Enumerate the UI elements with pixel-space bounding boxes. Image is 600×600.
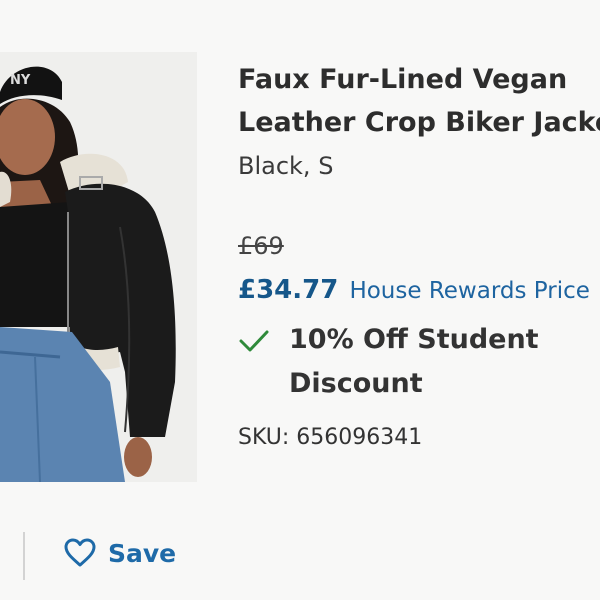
sale-price: £34.77 — [238, 275, 339, 305]
product-variant: Black, S — [238, 152, 334, 180]
sale-price-label: House Rewards Price — [349, 278, 590, 304]
product-card: NY Faux Fur-Lined Vegan Leather Crop Bik… — [0, 0, 600, 600]
save-label: Save — [108, 538, 177, 568]
product-title: Faux Fur-Lined Vegan Leather Crop Biker … — [238, 58, 600, 144]
product-title-line-1: Faux Fur-Lined Vegan — [238, 64, 568, 95]
product-photo: NY — [0, 52, 197, 482]
action-divider — [23, 532, 25, 580]
student-discount-text: 10% Off Student Discount — [289, 324, 539, 399]
original-price: £69 — [238, 232, 284, 260]
save-button[interactable]: Save — [64, 538, 176, 568]
product-image[interactable]: NY — [0, 52, 197, 482]
heart-icon — [64, 538, 96, 567]
product-sku: SKU: 656096341 — [238, 425, 423, 450]
product-title-line-2: Leather Crop Biker Jacket — [238, 107, 600, 138]
check-icon — [239, 330, 269, 352]
svg-text:NY: NY — [10, 73, 31, 88]
sale-price-row: £34.77 House Rewards Price — [238, 275, 590, 305]
